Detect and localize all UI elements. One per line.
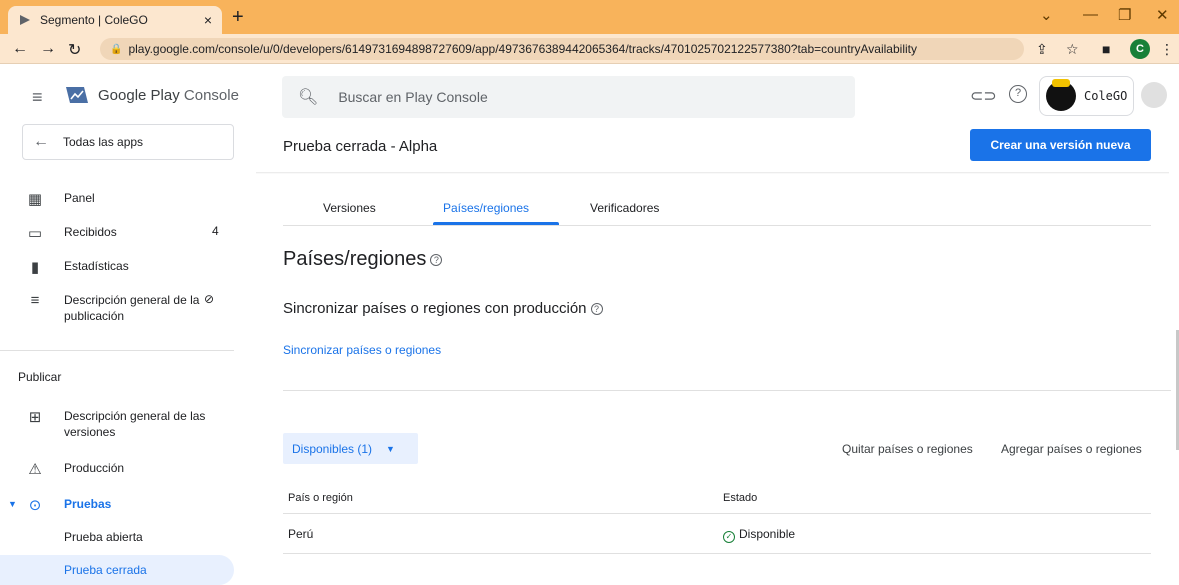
help-icon[interactable]: ? xyxy=(430,253,443,266)
url-field[interactable]: 🔒 play.google.com/console/u/0/developers… xyxy=(100,38,1024,60)
releases-overview-icon: ⊞ xyxy=(28,409,42,426)
back-arrow-icon: ← xyxy=(33,133,49,150)
sync-heading: Sincronizar países o regiones con produc… xyxy=(283,300,603,317)
app-logo-avatar xyxy=(1046,79,1076,111)
browser-tab[interactable]: Segmento | ColeGO × xyxy=(8,6,222,34)
tab-search-icon[interactable]: ⌄ xyxy=(1040,6,1053,24)
bookmark-star-icon[interactable]: ☆ xyxy=(1066,41,1079,58)
browser-profile-avatar[interactable]: C xyxy=(1130,39,1150,59)
sidebar-item-label: Estadísticas xyxy=(64,259,129,273)
chrome-menu-icon[interactable]: ⋮ xyxy=(1160,41,1174,58)
column-header-status: Estado xyxy=(723,492,758,504)
restore-icon[interactable]: ❐ xyxy=(1118,6,1131,24)
search-icon: 🔍︎ xyxy=(298,89,319,106)
all-apps-label: Todas las apps xyxy=(63,135,144,149)
section-divider xyxy=(283,390,1171,391)
url-text: play.google.com/console/u/0/developers/6… xyxy=(128,42,917,56)
lock-icon: 🔒 xyxy=(110,43,123,55)
table-header: País o región Estado xyxy=(283,480,1151,514)
play-console-favicon-icon xyxy=(20,15,30,25)
sync-disabled-icon: ⊘ xyxy=(204,292,215,306)
status-cell: ✓ Disponible xyxy=(723,527,795,543)
play-console-logo[interactable]: Google Play Console xyxy=(64,84,239,106)
publishing-history-icon: ≡ xyxy=(30,292,40,309)
developer-account-switcher[interactable]: ColeGO xyxy=(1039,76,1134,116)
section-heading: Países/regiones? xyxy=(283,248,443,271)
search-input[interactable] xyxy=(338,89,819,105)
add-countries-button[interactable]: Agregar países o regiones xyxy=(1001,442,1142,456)
minimize-icon[interactable]: — xyxy=(1083,6,1098,23)
brand-suffix: Console xyxy=(183,86,239,104)
play-console-logo-icon xyxy=(66,87,88,103)
tab-countries[interactable]: Países/regiones xyxy=(443,201,529,215)
account-name: ColeGO xyxy=(1084,89,1128,103)
testing-icon: ⊙ xyxy=(28,497,42,514)
menu-icon[interactable]: ≡ xyxy=(32,88,43,106)
tab-releases[interactable]: Versiones xyxy=(323,201,376,215)
share-icon[interactable]: ⇪ xyxy=(1036,41,1048,58)
check-circle-icon: ✓ xyxy=(723,531,735,543)
create-release-button[interactable]: Crear una versión nueva xyxy=(970,129,1151,161)
tab-close-icon[interactable]: × xyxy=(204,12,212,28)
side-panel-icon[interactable]: ■ xyxy=(1102,41,1110,57)
sidebar-item-closed-testing[interactable]: Prueba cerrada xyxy=(0,555,234,585)
inbox-count-badge: 4 xyxy=(212,224,219,238)
dashboard-icon: ▦ xyxy=(27,191,43,208)
main-content: Prueba cerrada - Alpha Crear una versión… xyxy=(256,128,1179,576)
close-window-icon[interactable]: ✕ xyxy=(1156,6,1169,24)
sidebar-item-label: Descripción general de la publicación xyxy=(64,293,200,323)
new-tab-button[interactable]: + xyxy=(232,7,244,27)
bar-chart-icon: ▮ xyxy=(30,259,40,276)
sidebar-item-label: Recibidos xyxy=(64,225,117,239)
available-filter-label: Disponibles (1) xyxy=(292,441,373,456)
available-filter-dropdown[interactable]: Disponibles (1) ▼ xyxy=(283,433,418,464)
address-bar-row: ← → ↻ 🔒 play.google.com/console/u/0/deve… xyxy=(0,34,1179,64)
sidebar-item-open-testing[interactable]: Prueba abierta xyxy=(0,522,234,552)
track-tabs: Versiones Países/regiones Verificadores xyxy=(283,198,1151,226)
sidebar-divider xyxy=(0,350,234,351)
remove-countries-button[interactable]: Quitar países o regiones xyxy=(842,442,973,456)
header-shadow xyxy=(256,172,1169,174)
expand-arrow-icon: ▼ xyxy=(8,499,17,509)
sync-countries-link[interactable]: Sincronizar países o regiones xyxy=(283,343,441,357)
column-header-country: País o región xyxy=(288,492,353,504)
inbox-icon: ▭ xyxy=(27,225,43,242)
forward-icon[interactable]: → xyxy=(40,40,56,58)
link-icon[interactable]: ⊂⊃ xyxy=(970,86,997,106)
sidebar-item-label: Descripción general de las versiones xyxy=(64,409,206,439)
table-row[interactable]: Perú ✓ Disponible xyxy=(283,514,1151,554)
help-icon[interactable]: ? xyxy=(590,303,603,316)
sidebar-section-publish: Publicar xyxy=(18,370,62,384)
reload-icon[interactable]: ↻ xyxy=(68,40,81,60)
page-title: Prueba cerrada - Alpha xyxy=(283,138,438,155)
all-apps-button[interactable]: ← Todas las apps xyxy=(22,124,234,160)
sidebar: ← Todas las apps ▦ Panel ▭ Recibidos 4 ▮… xyxy=(0,124,256,585)
back-icon[interactable]: ← xyxy=(12,40,28,58)
tab-title: Segmento | ColeGO xyxy=(40,13,148,27)
sidebar-item-label: Pruebas xyxy=(64,497,112,511)
sidebar-item-label: Producción xyxy=(64,461,125,475)
production-icon: ⚠ xyxy=(28,461,42,478)
brand-name: Google Play xyxy=(98,86,180,104)
tab-testers[interactable]: Verificadores xyxy=(590,201,659,215)
browser-tabbar: Segmento | ColeGO × + ⌄ — ❐ ✕ xyxy=(0,0,1179,34)
help-icon[interactable]: ? xyxy=(1009,85,1027,103)
sidebar-item-label: Panel xyxy=(64,191,95,205)
app-header: ≡ Google Play Console 🔍︎ ⊂⊃ ? ColeGO xyxy=(0,64,1179,128)
search-bar[interactable]: 🔍︎ xyxy=(282,76,855,118)
country-cell: Perú xyxy=(288,527,314,541)
active-tab-indicator xyxy=(433,222,559,225)
user-avatar[interactable] xyxy=(1141,82,1167,108)
caret-down-icon: ▼ xyxy=(386,443,395,454)
